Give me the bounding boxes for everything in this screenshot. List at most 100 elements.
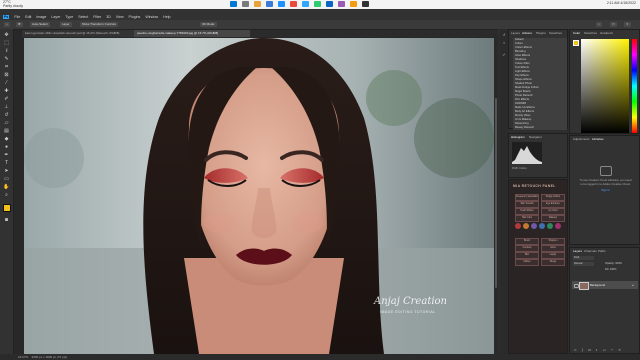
menu-view[interactable]: View xyxy=(116,15,124,19)
retouch-button[interactable]: Lip Color xyxy=(541,208,565,215)
history-brush-tool-icon[interactable]: ↺ xyxy=(3,112,10,119)
clone-stamp-tool-icon[interactable]: ⊥ xyxy=(3,104,10,111)
tab-retouch-psd[interactable]: karen-gemster-1b6c-unsplash-retouch.psd … xyxy=(22,30,138,37)
histogram-channel[interactable]: RGB: Colors xyxy=(512,167,527,170)
retouch-button[interactable]: Dodge & Burn xyxy=(541,194,565,201)
menu-image[interactable]: Image xyxy=(36,15,46,19)
retouch-button[interactable]: Glow xyxy=(541,245,565,252)
move-tool-preset[interactable]: ✥ xyxy=(16,22,23,27)
pen-tool-icon[interactable]: ✒ xyxy=(3,152,10,159)
scroll-thumb[interactable] xyxy=(495,98,497,288)
retouch-color-dot[interactable] xyxy=(515,223,521,229)
menu-help[interactable]: Help xyxy=(163,15,170,19)
blur-tool-icon[interactable]: ◆ xyxy=(3,136,10,143)
retouch-color-dot[interactable] xyxy=(555,223,561,229)
taskbar-app-icon[interactable] xyxy=(230,1,237,7)
tab-makeup-jpg[interactable]: peeche-mughal-tulsi-makeup-7789163.jpg @… xyxy=(134,30,250,37)
search-icon[interactable]: ⌕ xyxy=(596,22,602,27)
color-field[interactable] xyxy=(581,39,629,133)
retouch-button[interactable]: Brush xyxy=(515,238,539,245)
foreground-color-swatch[interactable] xyxy=(3,204,11,212)
color-fg-chip[interactable] xyxy=(573,40,579,46)
brush-tool-icon[interactable]: ✐ xyxy=(3,96,10,103)
taskbar-app-icon[interactable] xyxy=(254,1,261,7)
delete-layer-icon[interactable]: ✕ xyxy=(618,348,621,352)
document-canvas[interactable]: Anjaj Creation IMAGE EDITING TUTORIAL xyxy=(24,38,494,354)
tab-paths[interactable]: Paths xyxy=(598,248,606,254)
retouch-button[interactable]: Hair Color xyxy=(515,215,539,222)
retouch-button[interactable]: Blur xyxy=(515,252,539,259)
zoom-tool-icon[interactable]: ⌕ xyxy=(3,192,10,199)
layer-filter-kind[interactable]: Kind xyxy=(573,256,594,260)
show-transform-controls-checkbox[interactable]: Show Transform Controls xyxy=(80,22,118,27)
tab-swatches-top[interactable]: Swatches xyxy=(549,30,562,36)
link-layers-icon[interactable]: ∞ xyxy=(574,348,577,352)
tab-histogram[interactable]: Histogram xyxy=(511,134,525,140)
share-icon[interactable]: ⇪ xyxy=(624,22,631,27)
tab-actions[interactable]: Actions xyxy=(522,30,532,36)
taskbar-app-icon[interactable] xyxy=(290,1,297,7)
zoom-level[interactable]: 16.67% xyxy=(18,355,28,359)
dodge-tool-icon[interactable]: ● xyxy=(3,144,10,151)
new-layer-icon[interactable]: + xyxy=(611,348,613,352)
move-tool-icon[interactable]: ✥ xyxy=(3,32,10,39)
tab-channels[interactable]: Channels xyxy=(584,248,597,254)
menu-plugins[interactable]: Plugins xyxy=(129,15,141,19)
menu-3d[interactable]: 3D xyxy=(106,15,111,19)
hand-tool-icon[interactable]: ✋ xyxy=(3,184,10,191)
tab-layers-top[interactable]: Layers xyxy=(511,30,520,36)
menu-filter[interactable]: Filter xyxy=(93,15,101,19)
quick-select-tool-icon[interactable]: ✎ xyxy=(3,56,10,63)
retouch-button[interactable]: Liquify xyxy=(541,252,565,259)
workspace-icon[interactable]: ▭ xyxy=(610,22,617,27)
hue-slider[interactable] xyxy=(632,39,637,133)
taskbar-app-icon[interactable] xyxy=(266,1,273,7)
path-selection-tool-icon[interactable]: ➤ xyxy=(3,168,10,175)
taskbar-app-icon[interactable] xyxy=(350,1,357,7)
taskbar-app-icon[interactable] xyxy=(362,1,369,7)
action-set-row[interactable]: Beauty Retouch xyxy=(513,126,567,130)
lasso-tool-icon[interactable]: ℓ xyxy=(3,48,10,55)
taskbar-app-icon[interactable] xyxy=(242,1,249,7)
retouch-color-dot[interactable] xyxy=(547,223,553,229)
libraries-sign-in-link[interactable]: Sign in xyxy=(574,188,637,192)
retouch-button[interactable]: Frequency Separation xyxy=(515,194,539,201)
auto-select-checkbox[interactable]: Auto-Select: xyxy=(30,22,51,27)
opacity-field[interactable]: Opacity: 100% xyxy=(605,262,622,265)
taskbar-app-icon[interactable] xyxy=(338,1,345,7)
menu-edit[interactable]: Edit xyxy=(25,15,31,19)
crop-tool-icon[interactable]: ⌗ xyxy=(3,64,10,71)
weather-widget[interactable]: 27°C Partly cloudy xyxy=(3,0,23,8)
adjustment-icon[interactable]: ◐ xyxy=(596,348,598,352)
tab-layers[interactable]: Layers xyxy=(573,248,582,254)
gradient-tool-icon[interactable]: ▤ xyxy=(3,128,10,135)
rectangle-tool-icon[interactable]: ▭ xyxy=(3,176,10,183)
menu-window[interactable]: Window xyxy=(145,15,158,19)
healing-brush-tool-icon[interactable]: ✚ xyxy=(3,88,10,95)
menu-layer[interactable]: Layer xyxy=(51,15,60,19)
history-icon[interactable]: ↺ xyxy=(502,33,506,37)
taskbar-app-icon[interactable] xyxy=(326,1,333,7)
home-icon[interactable]: ⌂ xyxy=(4,22,10,27)
tab-libraries[interactable]: Libraries xyxy=(592,136,604,142)
brush-settings-icon[interactable]: ✐ xyxy=(502,53,506,57)
retouch-button[interactable]: Sharpen xyxy=(541,238,565,245)
tab-swatches[interactable]: Swatches xyxy=(584,30,597,36)
layer-row-background[interactable]: Background 🔒︎ xyxy=(572,281,638,290)
tab-navigator[interactable]: Navigator xyxy=(529,134,542,140)
fx-icon[interactable]: ƒ xyxy=(582,348,584,352)
marquee-tool-icon[interactable]: ⬚ xyxy=(3,40,10,47)
retouch-button[interactable]: Merge xyxy=(541,259,565,266)
tab-color[interactable]: Color xyxy=(573,30,580,36)
eyedropper-tool-icon[interactable]: ⁄ xyxy=(3,80,10,87)
auto-select-target-dropdown[interactable]: Layer xyxy=(60,22,72,27)
menu-select[interactable]: Select xyxy=(78,15,88,19)
tab-gradients[interactable]: Gradients xyxy=(600,30,613,36)
menu-type[interactable]: Type xyxy=(65,15,73,19)
properties-icon[interactable]: ≡ xyxy=(502,41,506,45)
quick-mask-icon[interactable]: ◙ xyxy=(3,217,10,224)
retouch-button[interactable]: Flatten xyxy=(515,259,539,266)
retouch-button[interactable]: Skin Smooth xyxy=(515,201,539,208)
tab-plugins[interactable]: Plugins xyxy=(536,30,546,36)
eraser-tool-icon[interactable]: ▱ xyxy=(3,120,10,127)
